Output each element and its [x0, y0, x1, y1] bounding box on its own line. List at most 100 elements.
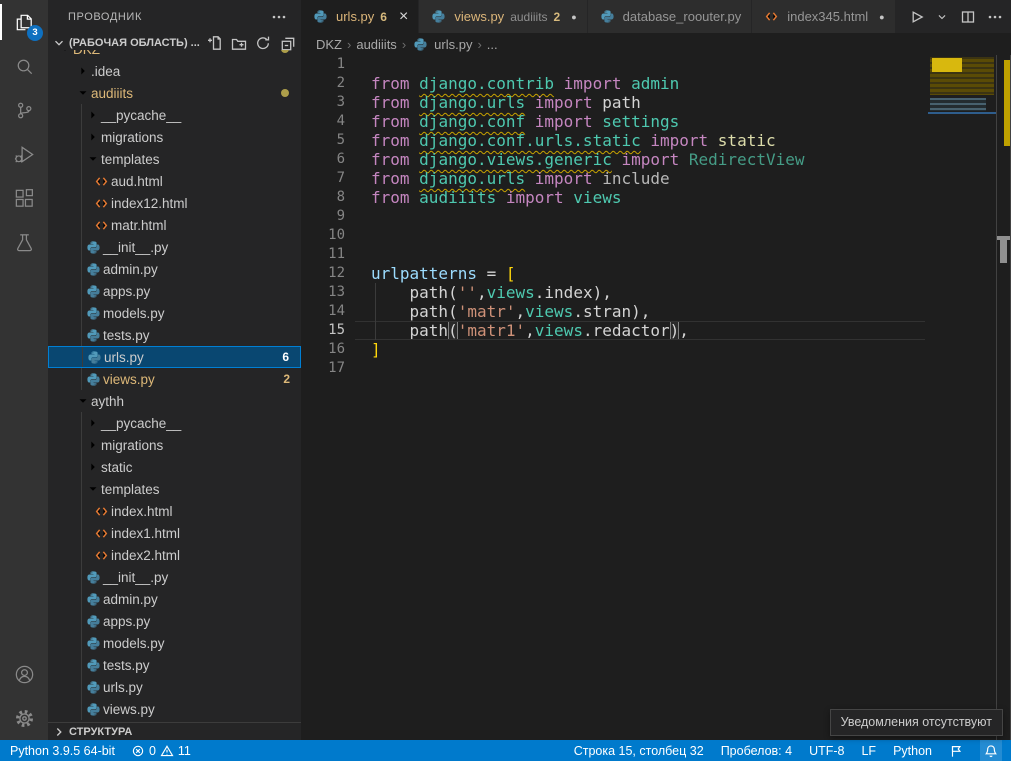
tree-item-migrations[interactable]: migrations — [48, 126, 301, 148]
indentation-item[interactable]: Пробелов: 4 — [721, 740, 792, 761]
minimap-highlight-block — [932, 58, 962, 72]
tree-item-admin.py[interactable]: admin.py — [48, 588, 301, 610]
problems-item[interactable]: 0 11 — [131, 740, 191, 761]
tree-item-__init__.py[interactable]: __init__.py — [48, 236, 301, 258]
code-editor[interactable]: 12from django.contrib import admin3from … — [301, 55, 1011, 740]
tree-item-apps.py[interactable]: apps.py — [48, 280, 301, 302]
eol-item[interactable]: LF — [861, 740, 876, 761]
tree-item-tests.py[interactable]: tests.py — [48, 654, 301, 676]
code-line[interactable]: 3from django.urls import path — [301, 93, 1011, 112]
code-line[interactable]: 11 — [301, 245, 1011, 264]
code-line[interactable]: 2from django.contrib import admin — [301, 74, 1011, 93]
code-line[interactable]: 10 — [301, 226, 1011, 245]
encoding-item[interactable]: UTF-8 — [809, 740, 844, 761]
tree-item-__pycache__[interactable]: __pycache__ — [48, 104, 301, 126]
tab-badge: 2 — [554, 10, 561, 24]
code-token: from — [371, 93, 419, 112]
tab-database_roouter.py[interactable]: database_roouter.py — [588, 0, 753, 33]
outline-section-header[interactable]: СТРУКТУРА — [48, 722, 301, 740]
code-line[interactable]: 16] — [301, 340, 1011, 359]
code-line[interactable]: 4from django.conf import settings — [301, 112, 1011, 131]
cursor-position-item[interactable]: Строка 15, столбец 32 — [574, 740, 704, 761]
tree-item-static[interactable]: static — [48, 456, 301, 478]
language-mode-item[interactable]: Python — [893, 740, 932, 761]
tree-item-index.html[interactable]: index.html — [48, 500, 301, 522]
new-file-icon[interactable] — [207, 35, 223, 51]
new-folder-icon[interactable] — [231, 35, 247, 51]
code-line[interactable]: 7from django.urls import include — [301, 169, 1011, 188]
tree-item-views.py[interactable]: views.py — [48, 698, 301, 720]
tab-badge: 6 — [380, 10, 387, 24]
tree-item-templates[interactable]: templates — [48, 478, 301, 500]
activity-search[interactable] — [0, 44, 48, 88]
tree-item-__init__.py[interactable]: __init__.py — [48, 566, 301, 588]
more-actions-icon[interactable] — [987, 9, 1003, 25]
warnings-icon — [160, 744, 174, 758]
activity-source-control[interactable] — [0, 88, 48, 132]
python-file-icon — [598, 9, 617, 24]
python-interpreter-item[interactable]: Python 3.9.5 64-bit — [10, 740, 115, 761]
tab-urls.py[interactable]: urls.py6× — [301, 0, 419, 33]
sidebar-more-actions-icon[interactable] — [271, 9, 287, 25]
tree-item-models.py[interactable]: models.py — [48, 632, 301, 654]
breadcrumb-item-urls.py[interactable]: urls.py — [411, 37, 472, 52]
activity-explorer[interactable]: 3 — [0, 0, 48, 44]
tree-item-urls.py[interactable]: urls.py — [48, 676, 301, 698]
tree-item-urls.py[interactable]: urls.py6 — [48, 346, 301, 368]
activity-testing[interactable] — [0, 220, 48, 264]
scrollbar-slider[interactable] — [1000, 240, 1007, 263]
code-line[interactable]: 9 — [301, 207, 1011, 226]
code-line[interactable]: 17 — [301, 359, 1011, 378]
activity-settings[interactable] — [0, 696, 48, 740]
tree-item-index12.html[interactable]: index12.html — [48, 192, 301, 214]
code-line[interactable]: 15 path('matr1',views.redactor), — [301, 321, 1011, 340]
code-line[interactable]: 1 — [301, 55, 1011, 74]
tree-item-audiiits[interactable]: audiiits — [48, 82, 301, 104]
close-icon[interactable]: × — [399, 9, 408, 25]
code-line[interactable]: 14 path('matr',views.stran), — [301, 302, 1011, 321]
tree-item-aythh[interactable]: aythh — [48, 390, 301, 412]
code-token: import — [525, 112, 602, 131]
notifications-bell[interactable] — [980, 740, 1002, 761]
run-button-icon[interactable] — [908, 9, 924, 25]
chevron-right-icon — [84, 129, 101, 145]
code-line[interactable]: 13 path('',views.index), — [301, 283, 1011, 302]
tree-item-matr.html[interactable]: matr.html — [48, 214, 301, 236]
tree-item-views.py[interactable]: views.py2 — [48, 368, 301, 390]
minimap[interactable] — [928, 55, 996, 740]
refresh-icon[interactable] — [255, 35, 271, 51]
run-dropdown-icon[interactable] — [935, 10, 949, 24]
tree-item-admin.py[interactable]: admin.py — [48, 258, 301, 280]
activity-account[interactable] — [0, 652, 48, 696]
tab-views.py[interactable]: views.pyaudiiits2● — [419, 0, 587, 33]
tree-item-apps.py[interactable]: apps.py — [48, 610, 301, 632]
split-editor-icon[interactable] — [960, 9, 976, 25]
code-token: include — [602, 169, 669, 188]
tree-item-__pycache__[interactable]: __pycache__ — [48, 412, 301, 434]
activity-run-debug[interactable] — [0, 132, 48, 176]
tree-item-migrations[interactable]: migrations — [48, 434, 301, 456]
code-line[interactable]: 5from django.conf.urls.static import sta… — [301, 131, 1011, 150]
activity-extensions[interactable] — [0, 176, 48, 220]
tree-item-.idea[interactable]: .idea — [48, 60, 301, 82]
feedback-item[interactable] — [949, 740, 963, 761]
tree-item-models.py[interactable]: models.py — [48, 302, 301, 324]
tree-item-index1.html[interactable]: index1.html — [48, 522, 301, 544]
tree-item-label: matr.html — [111, 218, 167, 233]
scrollbar[interactable] — [996, 55, 1011, 740]
code-line[interactable]: 12urlpatterns = [ — [301, 264, 1011, 283]
line-number: 16 — [301, 340, 345, 359]
breadcrumb-item-audiiits[interactable]: audiiits — [356, 37, 396, 52]
code-line[interactable]: 6from django.views.generic import Redire… — [301, 150, 1011, 169]
breadcrumb-item-DKZ[interactable]: DKZ — [316, 37, 342, 52]
tree-item-label: urls.py — [103, 680, 143, 695]
tree-item-templates[interactable]: templates — [48, 148, 301, 170]
breadcrumb-item-...[interactable]: ... — [487, 37, 498, 52]
tree-item-index2.html[interactable]: index2.html — [48, 544, 301, 566]
tab-index345.html[interactable]: index345.html● — [752, 0, 895, 33]
code-line[interactable]: 8from audiiits import views — [301, 188, 1011, 207]
tree-item-DKZ[interactable]: DKZ — [48, 50, 301, 60]
tree-item-tests.py[interactable]: tests.py — [48, 324, 301, 346]
collapse-all-icon[interactable] — [279, 35, 295, 51]
tree-item-aud.html[interactable]: aud.html — [48, 170, 301, 192]
